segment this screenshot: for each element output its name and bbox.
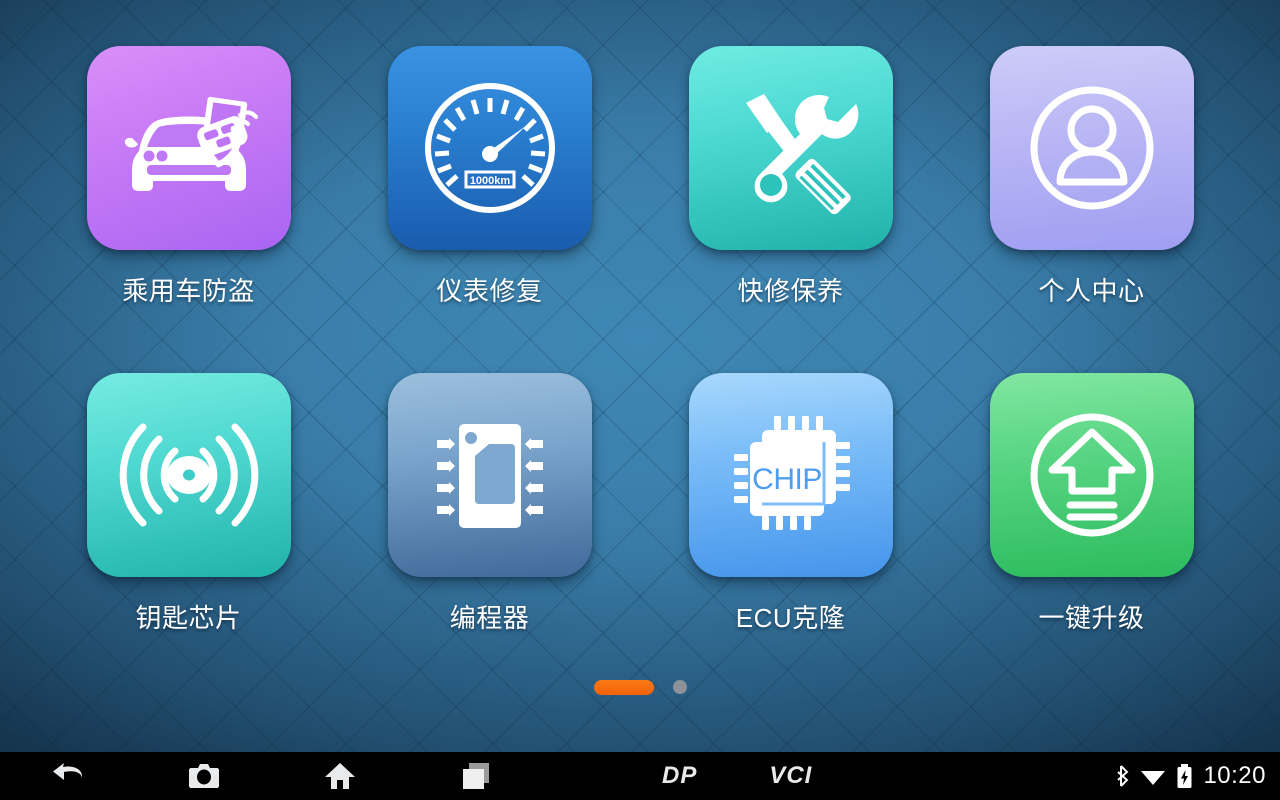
screenshot-button[interactable] [136, 752, 272, 800]
app-cell-profile: 个人中心 [941, 46, 1242, 373]
chip-label-text: CHIP [752, 463, 822, 496]
transponder-signal-icon [119, 423, 258, 527]
app-label-profile: 个人中心 [1038, 276, 1145, 306]
user-circle-icon [1030, 86, 1153, 210]
page-dot-2[interactable] [672, 680, 687, 694]
page-dot-1[interactable] [593, 679, 654, 695]
odometer-text: 1000km [469, 175, 510, 187]
app-icon-grid: 乘用车防盗 1000km 仪表修复 快修保养 个人中心 钥匙芯片 编程器 CHI… [0, 0, 1280, 700]
home-icon [325, 763, 355, 789]
wifi-icon [1141, 771, 1166, 785]
app-cell-ecu-clone: CHIP ECU克隆 [640, 373, 941, 700]
nav-button-group [0, 752, 640, 800]
home-button[interactable] [272, 752, 408, 800]
app-cell-programmer: 编程器 [339, 373, 640, 700]
app-label-programmer: 编程器 [449, 603, 530, 633]
app-icon-programmer[interactable] [387, 373, 592, 577]
upload-arrow-circle-icon [1030, 413, 1153, 537]
eeprom-chip-icon [436, 424, 543, 528]
app-cell-immobilizer: 乘用车防盗 [38, 46, 339, 373]
app-icon-profile[interactable] [989, 46, 1194, 250]
status-clock: 10:20 [1203, 762, 1266, 789]
speedometer-icon: 1000km [424, 83, 555, 213]
status-area: 10:20 [1114, 762, 1280, 790]
recent-apps-button[interactable] [408, 752, 544, 800]
home-screen-wallpaper: 乘用车防盗 1000km 仪表修复 快修保养 个人中心 钥匙芯片 编程器 CHI… [0, 0, 1280, 752]
wrench-screwdriver-icon [745, 94, 858, 215]
bluetooth-icon [1117, 765, 1129, 787]
app-label-immobilizer: 乘用车防盗 [122, 276, 255, 306]
app-icon-cluster-repair[interactable]: 1000km [387, 46, 592, 250]
app-cell-key-chip: 钥匙芯片 [38, 373, 339, 700]
battery-charging-icon [1177, 764, 1192, 788]
app-label-upgrade: 一键升级 [1038, 603, 1145, 633]
app-cell-cluster-repair: 1000km 仪表修复 [339, 46, 640, 373]
oem-logo-group: DP VCI [640, 762, 1114, 790]
app-icon-immobilizer[interactable] [86, 46, 291, 250]
app-icon-upgrade[interactable] [989, 373, 1194, 577]
car-key-shield-icon [124, 96, 258, 191]
camera-icon [189, 764, 219, 788]
app-icon-key-chip[interactable] [86, 373, 291, 577]
device-screen: 乘用车防盗 1000km 仪表修复 快修保养 个人中心 钥匙芯片 编程器 CHI… [0, 0, 1280, 800]
back-arrow-icon [53, 763, 83, 780]
app-label-ecu-clone: ECU克隆 [735, 603, 846, 633]
app-icon-quick-service[interactable] [688, 46, 893, 250]
app-label-cluster-repair: 仪表修复 [436, 276, 543, 306]
page-indicator [0, 670, 1280, 704]
app-cell-quick-service: 快修保养 [640, 46, 941, 373]
app-cell-upgrade: 一键升级 [941, 373, 1242, 700]
recent-apps-icon [463, 763, 489, 789]
app-label-key-chip: 钥匙芯片 [135, 603, 242, 633]
dp-logo[interactable]: DP [662, 762, 697, 790]
back-button[interactable] [0, 752, 136, 800]
app-label-quick-service: 快修保养 [737, 276, 844, 306]
app-icon-ecu-clone[interactable]: CHIP [688, 373, 893, 577]
android-navigation-bar: DP VCI 10:20 [0, 752, 1280, 800]
vci-logo[interactable]: VCI [769, 762, 812, 790]
cpu-chip-icon: CHIP [733, 416, 850, 530]
